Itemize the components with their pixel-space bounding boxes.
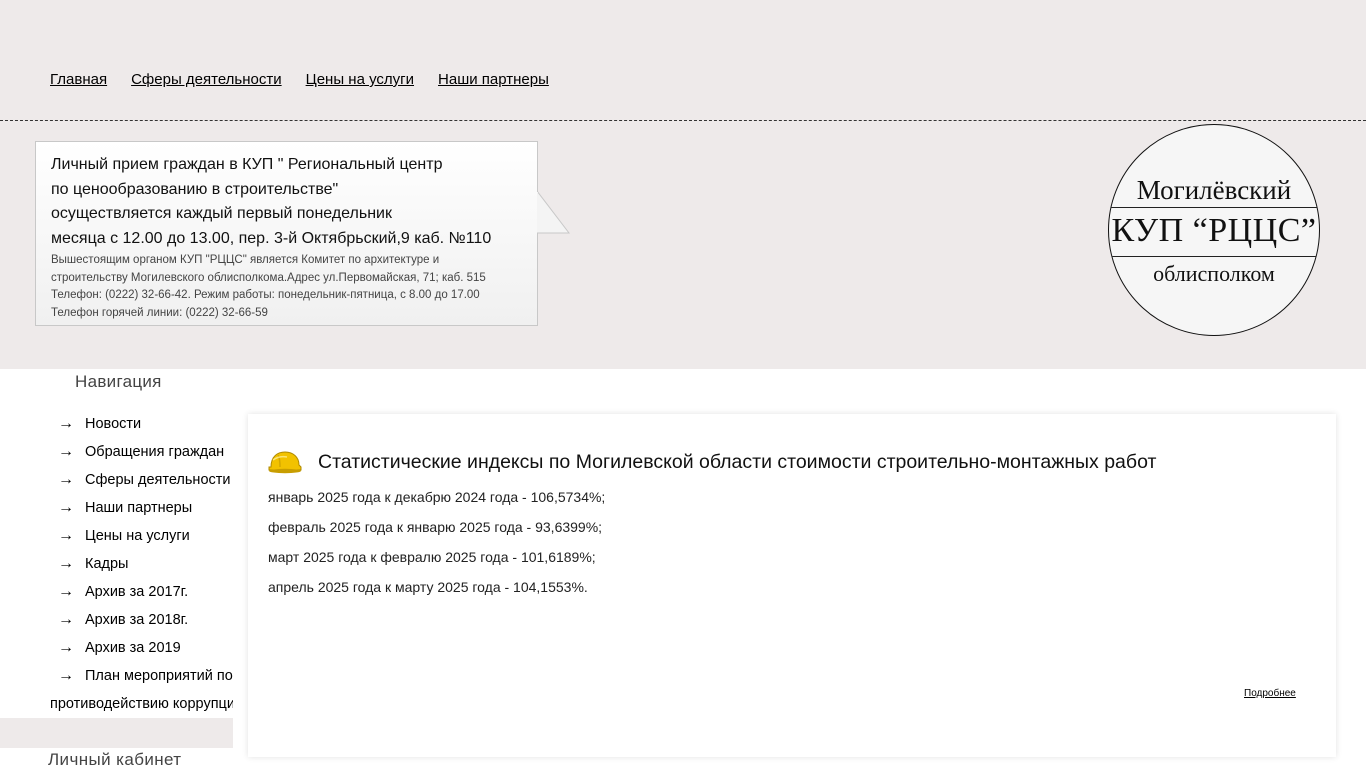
sidebar-divider-band <box>0 718 233 748</box>
index-line: апрель 2025 года к марту 2025 года - 104… <box>268 579 588 595</box>
personal-account-title: Личный кабинет <box>48 750 182 769</box>
sidebar-item-archive-2019[interactable]: → Архив за 2019 <box>50 634 233 662</box>
logo-line-name: КУП “РЦЦС” <box>1111 212 1317 249</box>
notice-line: месяца с 12.00 до 13.00, пер. 3-й Октябр… <box>51 229 492 247</box>
sidebar-menu: → Новости → Обращения граждан → Сферы деяте… <box>50 410 233 718</box>
sidebar-item-label: противодействию коррупции <box>50 696 233 712</box>
arrow-right-icon: → <box>58 527 74 544</box>
logo-rule <box>1109 207 1319 208</box>
index-line: январь 2025 года к декабрю 2024 года - 1… <box>268 489 606 505</box>
arrow-right-icon: → <box>58 443 74 460</box>
header-divider <box>0 120 1366 121</box>
sidebar-item-news[interactable]: → Новости <box>50 410 233 438</box>
sidebar-item-prices[interactable]: → Цены на услуги <box>50 522 233 550</box>
sidebar-item-archive-2017[interactable]: → Архив за 2017г. <box>50 578 233 606</box>
top-nav-link-home[interactable]: Главная <box>50 71 107 88</box>
notice-line: осуществляется каждый первый понедельник <box>51 205 392 222</box>
sidebar-item-anticorruption-plan[interactable]: → План мероприятий по противодействию корр… <box>50 662 233 718</box>
sidebar-item-label: Обращения граждан <box>85 444 225 460</box>
hard-hat-icon <box>268 451 302 474</box>
top-nav-link-partners[interactable]: Наши партнеры <box>438 71 549 88</box>
notice-detail-line: Телефон: (0222) 32-66-42. Режим работы: … <box>51 289 480 301</box>
arrow-right-icon: → <box>58 415 74 432</box>
sidebar-item-label: Архив за 2017г. <box>85 584 189 600</box>
read-more-link[interactable]: Подробнее <box>1244 688 1296 699</box>
arrow-right-icon: → <box>58 499 74 516</box>
notice-detail-line: строительству Могилевского облисполкома.… <box>51 271 486 284</box>
sidebar-item-partners[interactable]: → Наши партнеры <box>50 494 233 522</box>
article-body: январь 2025 года к декабрю 2024 года - 1… <box>268 486 605 606</box>
index-line: февраль 2025 года к январю 2025 года - 9… <box>268 519 603 535</box>
arrow-right-icon: → <box>58 555 74 572</box>
sidebar-item-label: Архив за 2018г. <box>85 612 189 628</box>
arrow-right-icon: → <box>58 611 74 628</box>
sidebar-item-label: Кадры <box>85 556 129 572</box>
notice-line: по ценообразованию в строительстве" <box>51 180 339 198</box>
top-nav-link-prices[interactable]: Цены на услуги <box>306 71 414 88</box>
company-logo[interactable]: Могилёвский КУП “РЦЦС” облисполком <box>1108 124 1320 336</box>
reception-notice: Личный прием граждан в КУП " Региональны… <box>35 141 538 326</box>
sidebar-title: Навигация <box>75 372 162 391</box>
speech-bubble-tail <box>537 191 571 234</box>
sidebar-item-activities[interactable]: → Сферы деятельности <box>50 466 233 494</box>
arrow-right-icon: → <box>58 583 74 600</box>
notice-detail-line: Вышестоящим органом КУП "РЦЦС" является … <box>51 254 440 266</box>
article-card: Статистические индексы по Могилевской об… <box>248 414 1336 757</box>
top-nav-link-activities[interactable]: Сферы деятельности <box>131 71 282 88</box>
logo-line-city: Могилёвский <box>1136 175 1292 205</box>
arrow-right-icon: → <box>58 639 74 656</box>
article-header: Статистические индексы по Могилевской об… <box>268 450 1156 474</box>
sidebar-item-label: План мероприятий по <box>85 668 233 684</box>
logo-line-region: облисполком <box>1153 261 1275 286</box>
notice-details: Вышестоящим органом КУП "РЦЦС" является … <box>51 252 523 322</box>
sidebar-item-label: Архив за 2019 <box>85 640 181 656</box>
sidebar-item-label: Новости <box>85 416 142 432</box>
sidebar-item-label: Сферы деятельности <box>85 472 231 488</box>
arrow-right-icon: → <box>58 471 74 488</box>
top-navigation: Главная Сферы деятельности Цены на услуг… <box>50 71 573 88</box>
notice-line: Личный прием граждан в КУП " Региональны… <box>51 156 443 173</box>
sidebar-item-appeals[interactable]: → Обращения граждан <box>50 438 233 466</box>
article-title[interactable]: Статистические индексы по Могилевской об… <box>318 451 1156 474</box>
site-header: Главная Сферы деятельности Цены на услуг… <box>0 0 1366 369</box>
sidebar-item-archive-2018[interactable]: → Архив за 2018г. <box>50 606 233 634</box>
logo-rule <box>1109 256 1319 257</box>
sidebar-item-label: Наши партнеры <box>85 500 193 516</box>
index-line: март 2025 года к февралю 2025 года - 101… <box>268 549 596 565</box>
arrow-right-icon: → <box>58 667 74 684</box>
sidebar-item-label: Цены на услуги <box>85 528 190 544</box>
sidebar-item-staff[interactable]: → Кадры <box>50 550 233 578</box>
notice-detail-line: Телефон горячей линии: (0222) 32-66-59 <box>51 306 268 319</box>
